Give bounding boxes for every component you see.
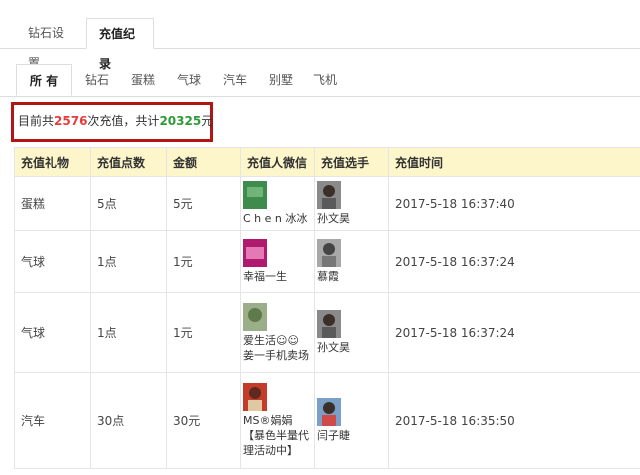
payer-name: 爱生活☺☺ 姜一手机卖场 [243, 333, 309, 362]
category-tab-diamond[interactable]: 钻石 [76, 64, 118, 96]
player-cell: 闫子睫 [314, 372, 389, 469]
points-cell: 5点 [90, 176, 167, 231]
time-cell: 2017-5-18 16:37:24 [388, 230, 640, 293]
category-tab-balloon[interactable]: 气球 [168, 64, 210, 96]
points-cell: 30点 [90, 372, 167, 469]
player-avatar[interactable] [317, 181, 341, 209]
col-amount[interactable]: 金额 [166, 147, 241, 177]
payer-cell: 爱生活☺☺ 姜一手机卖场 [240, 292, 315, 373]
payer-avatar [243, 302, 267, 331]
col-points[interactable]: 充值点数 [90, 147, 167, 177]
player-cell: 慕霞 [314, 230, 389, 293]
points-cell: 1点 [90, 230, 167, 293]
table-row: 汽车 30点 30元 MS®娟娟【暴色半量代理活动中】 闫子睫 2017-5-1… [14, 372, 640, 469]
recharge-summary: 目前共2576次充值，共计20325元 [18, 112, 213, 129]
gift-cell: 气球 [14, 292, 91, 373]
time-cell: 2017-5-18 16:35:50 [388, 372, 640, 469]
player-avatar[interactable] [317, 310, 341, 338]
recharge-table: 充值礼物 充值点数 金额 充值人微信 充值选手 充值时间 蛋糕 5点 5元 C … [14, 147, 640, 469]
table-header-row: 充值礼物 充值点数 金额 充值人微信 充值选手 充值时间 [14, 147, 640, 177]
table-row: 蛋糕 5点 5元 C h e n 冰冰 孙文昊 2017-5-18 16:37:… [14, 176, 640, 231]
tab-recharge-records[interactable]: 充值纪录 [86, 18, 154, 71]
player-name: 孙文昊 [317, 212, 350, 225]
category-tab-all[interactable]: 所 有 [16, 64, 72, 96]
col-player[interactable]: 充值选手 [314, 147, 389, 177]
player-cell: 孙文昊 [314, 292, 389, 373]
recharge-total: 20325 [159, 114, 202, 128]
table-row: 气球 1点 1元 爱生活☺☺ 姜一手机卖场 孙文昊 2017-5-18 16:3… [14, 292, 640, 373]
player-name: 孙文昊 [317, 341, 350, 354]
gift-cell: 蛋糕 [14, 176, 91, 231]
payer-name: 幸福一生 [243, 270, 287, 283]
amount-cell: 1元 [166, 292, 241, 373]
category-tab-car[interactable]: 汽车 [214, 64, 256, 96]
payer-avatar [243, 383, 267, 411]
amount-cell: 1元 [166, 230, 241, 293]
time-cell: 2017-5-18 16:37:24 [388, 292, 640, 373]
payer-cell: MS®娟娟【暴色半量代理活动中】 [240, 372, 315, 469]
player-cell: 孙文昊 [314, 176, 389, 231]
gift-cell: 汽车 [14, 372, 91, 469]
player-avatar[interactable] [317, 398, 341, 426]
tab-diamond-settings[interactable]: 钻石设置 [16, 18, 86, 70]
col-time[interactable]: 充值时间 [388, 147, 640, 177]
payer-avatar [243, 181, 267, 209]
player-avatar[interactable] [317, 239, 341, 267]
summary-suffix: 元 [201, 114, 214, 128]
summary-prefix: 目前共 [18, 114, 55, 128]
amount-cell: 5元 [166, 176, 241, 231]
time-cell: 2017-5-18 16:37:40 [388, 176, 640, 231]
recharge-count: 2576 [54, 114, 88, 128]
player-name: 闫子睫 [317, 429, 350, 442]
category-tab-plane[interactable]: 飞机 [304, 64, 346, 96]
category-tab-villa[interactable]: 别墅 [260, 64, 302, 96]
category-tab-cake[interactable]: 蛋糕 [122, 64, 164, 96]
gift-cell: 气球 [14, 230, 91, 293]
points-cell: 1点 [90, 292, 167, 373]
top-tab-bar: 钻石设置 充值纪录 [0, 0, 640, 71]
payer-cell: C h e n 冰冰 [240, 176, 315, 231]
category-tab-bar: 所 有 钻石 蛋糕 气球 汽车 别墅 飞机 [0, 64, 640, 97]
amount-cell: 30元 [166, 372, 241, 469]
col-gift[interactable]: 充值礼物 [14, 147, 91, 177]
col-payer-wechat[interactable]: 充值人微信 [240, 147, 315, 177]
payer-name: MS®娟娟【暴色半量代理活动中】 [243, 414, 309, 457]
payer-name: C h e n 冰冰 [243, 212, 308, 225]
payer-avatar [243, 239, 267, 267]
player-name: 慕霞 [317, 270, 339, 283]
summary-middle: 次充值，共计 [87, 114, 160, 128]
table-row: 气球 1点 1元 幸福一生 慕霞 2017-5-18 16:37:24 [14, 230, 640, 293]
payer-cell: 幸福一生 [240, 230, 315, 293]
